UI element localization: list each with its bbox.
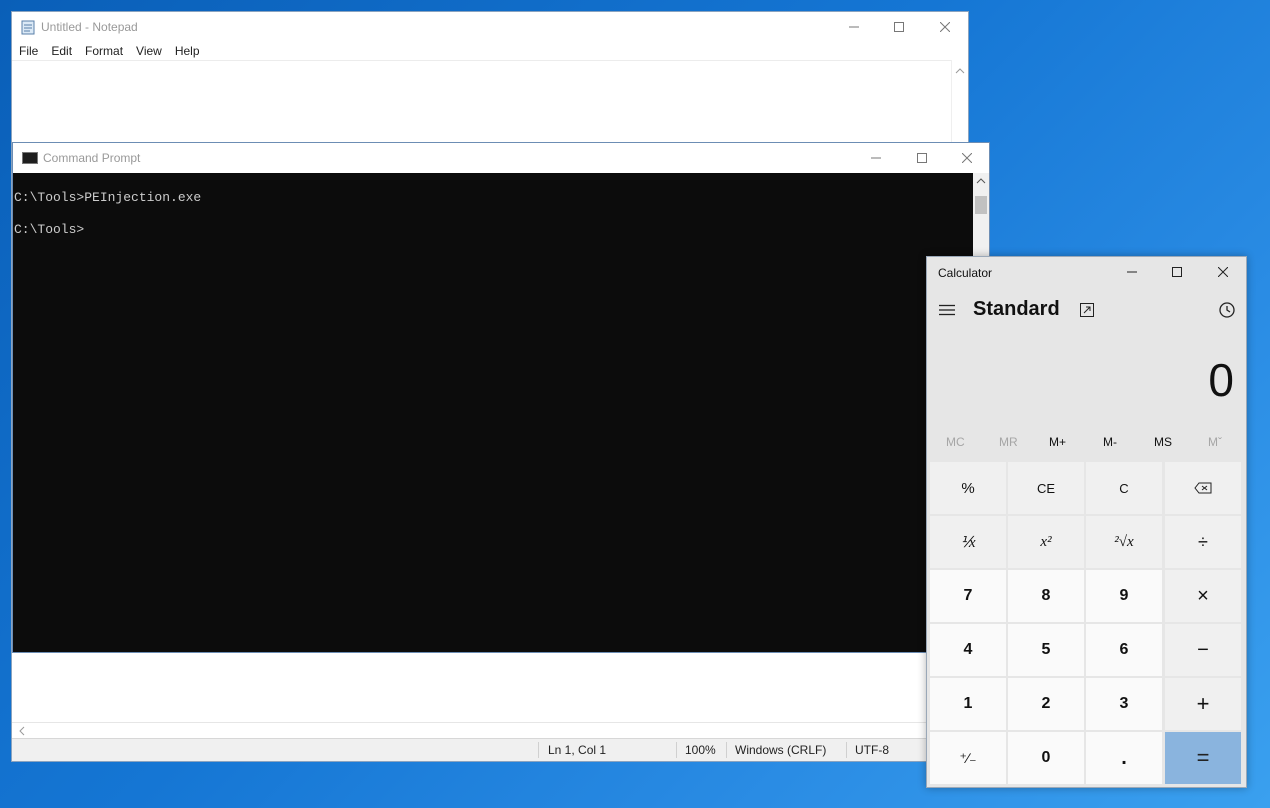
backspace-button[interactable] <box>1165 462 1241 514</box>
calc-title: Calculator <box>938 266 993 280</box>
keep-on-top-icon <box>1080 303 1094 317</box>
mem-list-button[interactable]: Mˇ <box>1208 435 1222 449</box>
menu-format[interactable]: Format <box>78 42 129 62</box>
status-cursor-position: Ln 1, Col 1 <box>548 743 607 757</box>
maximize-icon <box>917 153 927 163</box>
negate-button[interactable]: ⁺∕₋ <box>930 732 1006 784</box>
hamburger-menu-icon <box>939 304 955 316</box>
cmd-close-button[interactable] <box>944 143 990 173</box>
cmd-title: Command Prompt <box>43 151 141 165</box>
digit-4-button[interactable]: 4 <box>930 624 1006 676</box>
status-line-endings: Windows (CRLF) <box>735 743 827 757</box>
clear-button[interactable]: C <box>1086 462 1162 514</box>
menu-edit[interactable]: Edit <box>44 42 78 62</box>
cmd-titlebar[interactable]: Command Prompt <box>13 143 989 173</box>
calc-mode-title: Standard <box>973 298 1060 320</box>
digit-5-button[interactable]: 5 <box>1008 624 1084 676</box>
cmd-app-icon <box>22 152 38 164</box>
calc-display: 0 <box>1208 354 1234 406</box>
cmd-minimize-button[interactable] <box>853 143 899 173</box>
minimize-icon <box>1127 271 1137 273</box>
cmd-window: Command Prompt C:\Tools>PEInjection.exe … <box>12 142 990 653</box>
console-line: C:\Tools> <box>14 222 85 237</box>
square-button[interactable]: x² <box>1008 516 1084 568</box>
notepad-menubar: File Edit Format View Help <box>12 42 968 62</box>
digit-1-button[interactable]: 1 <box>930 678 1006 730</box>
mem-clear-button[interactable]: MC <box>946 435 965 449</box>
cmd-scroll-thumb[interactable] <box>975 196 987 214</box>
divide-button[interactable]: ÷ <box>1165 516 1241 568</box>
minimize-icon <box>871 157 881 159</box>
mem-store-button[interactable]: MS <box>1154 435 1172 449</box>
status-zoom: 100% <box>685 743 716 757</box>
history-button[interactable] <box>1215 298 1239 322</box>
digit-7-button[interactable]: 7 <box>930 570 1006 622</box>
calc-menu-button[interactable] <box>935 298 959 322</box>
cmd-maximize-button[interactable] <box>899 143 945 173</box>
scroll-left-icon[interactable] <box>15 723 29 739</box>
decimal-button[interactable]: . <box>1086 732 1162 784</box>
digit-9-button[interactable]: 9 <box>1086 570 1162 622</box>
status-separator <box>538 742 539 758</box>
notepad-close-button[interactable] <box>922 12 968 42</box>
status-separator <box>846 742 847 758</box>
mem-subtract-button[interactable]: M- <box>1103 435 1117 449</box>
calc-maximize-button[interactable] <box>1154 257 1200 287</box>
notepad-statusbar: Ln 1, Col 1 100% Windows (CRLF) UTF-8 <box>12 738 968 761</box>
equals-button[interactable]: = <box>1165 732 1241 784</box>
close-icon <box>940 22 950 32</box>
percent-button[interactable]: % <box>930 462 1006 514</box>
digit-3-button[interactable]: 3 <box>1086 678 1162 730</box>
minimize-icon <box>849 26 859 28</box>
menu-help[interactable]: Help <box>168 42 206 62</box>
close-icon <box>1218 267 1228 277</box>
status-separator <box>676 742 677 758</box>
notepad-titlebar[interactable]: Untitled - Notepad <box>12 12 968 42</box>
plus-button[interactable]: + <box>1165 678 1241 730</box>
scroll-up-icon[interactable] <box>952 64 968 78</box>
square-root-button[interactable]: ²√x <box>1086 516 1162 568</box>
keep-on-top-button[interactable] <box>1075 298 1099 322</box>
notepad-maximize-button[interactable] <box>876 12 922 42</box>
calc-minimize-button[interactable] <box>1109 257 1155 287</box>
status-encoding: UTF-8 <box>855 743 889 757</box>
close-icon <box>962 153 972 163</box>
mem-recall-button[interactable]: MR <box>999 435 1018 449</box>
scroll-up-icon[interactable] <box>973 174 989 188</box>
calculator-window: Calculator Standard 0 MC MR M+ M- MS Mˇ <box>926 256 1247 788</box>
calc-close-button[interactable] <box>1200 257 1246 287</box>
reciprocal-button[interactable]: ⅟x <box>930 516 1006 568</box>
notepad-minimize-button[interactable] <box>831 12 877 42</box>
backspace-icon <box>1194 482 1212 494</box>
notepad-title: Untitled - Notepad <box>41 20 138 34</box>
digit-0-button[interactable]: 0 <box>1008 732 1084 784</box>
minus-button[interactable]: − <box>1165 624 1241 676</box>
multiply-button[interactable]: × <box>1165 570 1241 622</box>
notepad-app-icon <box>21 20 35 35</box>
cmd-console-output[interactable]: C:\Tools>PEInjection.exe C:\Tools> <box>13 173 973 652</box>
menu-file[interactable]: File <box>12 42 44 62</box>
clear-entry-button[interactable]: CE <box>1008 462 1084 514</box>
console-line: C:\Tools>PEInjection.exe <box>14 190 202 205</box>
maximize-icon <box>894 22 904 32</box>
notepad-horizontal-scrollbar[interactable] <box>12 722 968 739</box>
maximize-icon <box>1172 267 1182 277</box>
status-separator <box>726 742 727 758</box>
digit-6-button[interactable]: 6 <box>1086 624 1162 676</box>
mem-add-button[interactable]: M+ <box>1049 435 1066 449</box>
history-icon <box>1219 302 1235 318</box>
digit-8-button[interactable]: 8 <box>1008 570 1084 622</box>
menu-view[interactable]: View <box>129 42 168 62</box>
digit-2-button[interactable]: 2 <box>1008 678 1084 730</box>
